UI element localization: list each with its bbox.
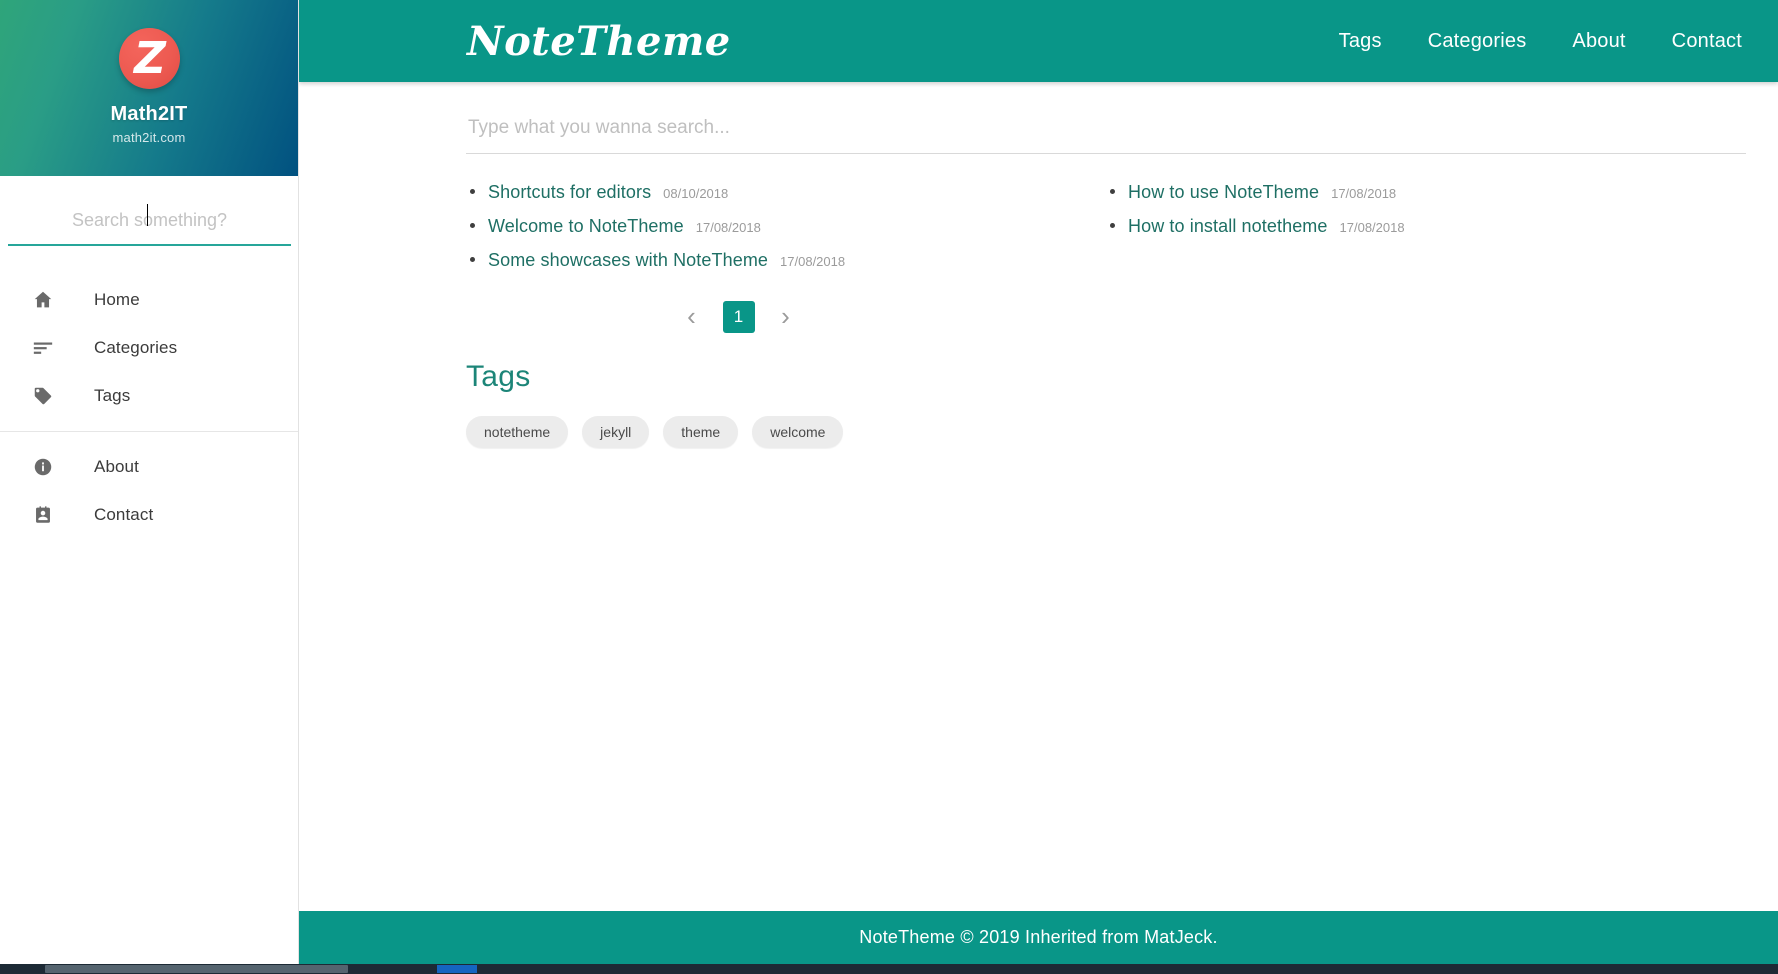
post-title-link[interactable]: How to install notetheme [1128,213,1328,241]
sidebar-item-about[interactable]: About [0,443,298,491]
sidebar-item-label: About [94,457,139,476]
logo-letter: Z [134,32,166,84]
post-title-link[interactable]: How to use NoteTheme [1128,179,1319,207]
post-list-right: How to use NoteTheme 17/08/2018 How to i… [1106,176,1746,244]
post-list-left: Shortcuts for editors 08/10/2018 Welcome… [466,176,1106,278]
topnav-item-contact[interactable]: Contact [1672,30,1742,53]
page-root: Z Math2IT math2it.com Home Categories [0,0,1778,974]
list-item[interactable]: Shortcuts for editors 08/10/2018 [466,176,1106,210]
tags-section: Tags notetheme jekyll theme welcome [299,334,1778,448]
home-icon [30,287,56,313]
sidebar-item-tags[interactable]: Tags [0,372,298,420]
sidebar-item-contact[interactable]: Contact [0,491,298,539]
horizontal-scrollbar[interactable] [0,964,1778,974]
content-area: Shortcuts for editors 08/10/2018 Welcome… [299,82,1778,448]
page-footer: NoteTheme © 2019 Inherited from MatJeck. [299,911,1778,964]
top-header: NoteTheme Tags Categories About Contact [299,0,1778,82]
topnav-item-about[interactable]: About [1572,30,1625,53]
post-date: 08/10/2018 [663,186,729,201]
top-nav: Tags Categories About Contact [1293,30,1742,53]
site-title: Math2IT [110,103,188,125]
sidebar-item-home[interactable]: Home [0,276,298,324]
scrollbar-accent-segment [437,965,477,973]
info-circle-icon [30,454,56,480]
post-title-link[interactable]: Welcome to NoteTheme [488,213,684,241]
post-date: 17/08/2018 [1331,186,1397,201]
brand-logo-text[interactable]: NoteTheme [317,18,731,65]
sidebar-item-label: Tags [94,386,131,405]
chevron-left-icon[interactable]: ‹ [675,300,709,334]
tag-chip[interactable]: notetheme [466,415,569,448]
list-lines-icon [30,335,56,361]
post-title-link[interactable]: Shortcuts for editors [488,179,651,207]
post-title-link[interactable]: Some showcases with NoteTheme [488,247,768,275]
main-search-row [299,82,1778,154]
sidebar-item-categories[interactable]: Categories [0,324,298,372]
tag-icon [30,383,56,409]
list-item[interactable]: Some showcases with NoteTheme 17/08/2018 [466,244,1106,278]
list-item[interactable]: How to use NoteTheme 17/08/2018 [1106,176,1746,210]
tag-chip[interactable]: welcome [752,415,844,448]
sidebar-item-label: Home [94,290,140,309]
post-date: 17/08/2018 [695,219,761,235]
sidebar-header: Z Math2IT math2it.com [0,0,298,176]
post-date: 17/08/2018 [1339,219,1405,235]
tags-heading: Tags [466,359,531,393]
site-url: math2it.com [112,130,186,145]
tag-chip[interactable]: theme [663,415,739,448]
post-date: 17/08/2018 [780,253,846,269]
chevron-right-icon[interactable]: › [769,300,803,334]
post-column-right: How to use NoteTheme 17/08/2018 How to i… [1106,176,1746,278]
sidebar-item-label: Categories [94,338,178,357]
sidebar-search-input[interactable] [8,202,291,246]
post-column-left: Shortcuts for editors 08/10/2018 Welcome… [466,176,1106,278]
sidebar-nav: Home Categories Tags About Contact [0,276,298,539]
topnav-item-categories[interactable]: Categories [1428,30,1527,53]
page-number-1[interactable]: 1 [722,300,755,333]
contact-card-icon [30,502,56,528]
z-logo-icon[interactable]: Z [118,28,180,89]
sidebar: Z Math2IT math2it.com Home Categories [0,0,299,964]
tag-chip-list: notetheme jekyll theme welcome [466,415,1778,448]
list-item[interactable]: How to install notetheme 17/08/2018 [1106,210,1746,244]
main-search-input[interactable] [466,110,1746,154]
text-caret [147,204,148,226]
tag-chip[interactable]: jekyll [582,415,650,448]
sidebar-item-label: Contact [94,505,154,524]
topnav-item-tags[interactable]: Tags [1339,30,1382,53]
list-item[interactable]: Welcome to NoteTheme 17/08/2018 [466,210,1106,244]
sidebar-search-wrap [0,176,298,246]
main-area: NoteTheme Tags Categories About Contact … [299,0,1778,964]
scrollbar-thumb[interactable] [45,965,348,973]
sidebar-divider [0,431,298,432]
pagination: ‹ 1 › [299,300,1778,334]
post-lists: Shortcuts for editors 08/10/2018 Welcome… [299,154,1778,278]
